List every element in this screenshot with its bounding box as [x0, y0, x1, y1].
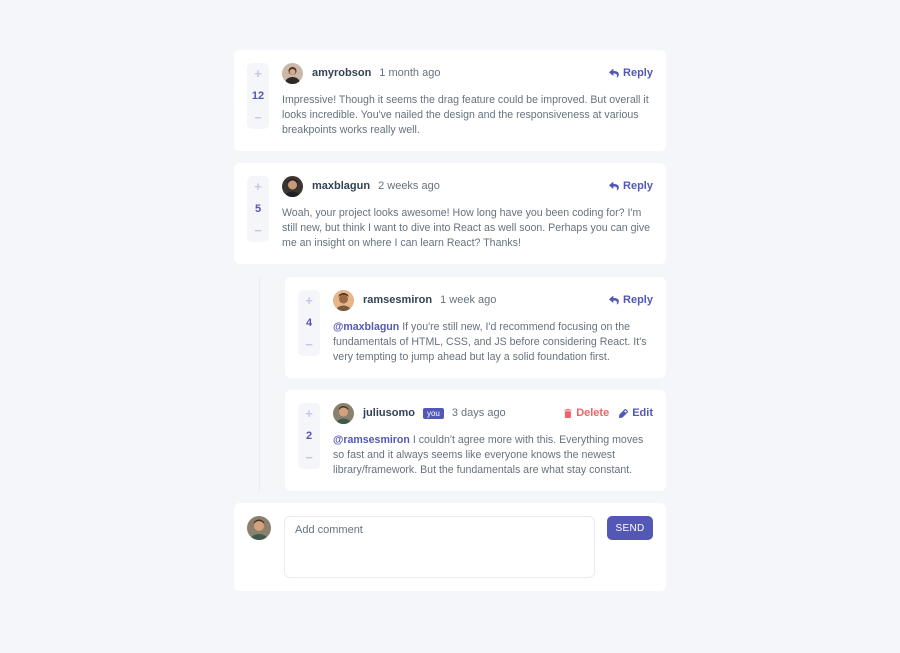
reply-icon	[609, 295, 619, 304]
mention[interactable]: @maxblagun	[333, 321, 399, 333]
pencil-icon	[619, 408, 629, 418]
score: 4	[305, 317, 313, 329]
username[interactable]: ramsesmiron	[363, 294, 432, 306]
timestamp: 2 weeks ago	[378, 180, 440, 192]
reply-text: @ramsesmiron I couldn't agree more with …	[333, 433, 653, 478]
you-badge: you	[422, 407, 444, 419]
timestamp: 1 month ago	[379, 67, 441, 79]
comment-text: Woah, your project looks awesome! How lo…	[282, 207, 651, 249]
reply-button[interactable]: Reply	[609, 67, 653, 79]
reply-label: Reply	[623, 294, 653, 306]
comment-composer: SEND	[234, 503, 666, 591]
reply-button[interactable]: Reply	[609, 294, 653, 306]
vote-widget: + 2 −	[298, 403, 320, 469]
avatar	[333, 403, 354, 424]
thread-line	[259, 277, 260, 492]
vote-widget: + 4 −	[298, 290, 320, 356]
score: 5	[254, 203, 262, 215]
comment-input[interactable]	[284, 516, 595, 578]
reply-card-own: + 2 − juliusomo you 3 days ago Delete Ed…	[285, 390, 666, 491]
avatar	[282, 176, 303, 197]
reply-text: @maxblagun If you're still new, I'd reco…	[333, 320, 653, 365]
downvote-button[interactable]: −	[254, 111, 262, 125]
mention[interactable]: @ramsesmiron	[333, 434, 410, 446]
score: 2	[305, 430, 313, 442]
downvote-button[interactable]: −	[305, 451, 313, 465]
upvote-button[interactable]: +	[305, 407, 313, 421]
username[interactable]: maxblagun	[312, 180, 370, 192]
current-user-avatar	[247, 516, 271, 540]
reply-label: Reply	[623, 67, 653, 79]
delete-button[interactable]: Delete	[564, 407, 609, 419]
upvote-button[interactable]: +	[254, 180, 262, 194]
edit-label: Edit	[632, 407, 653, 419]
timestamp: 3 days ago	[451, 407, 506, 419]
edit-button[interactable]: Edit	[619, 407, 653, 419]
comment-text: Impressive! Though it seems the drag fea…	[282, 94, 649, 136]
username[interactable]: amyrobson	[312, 67, 371, 79]
trash-icon	[564, 408, 572, 418]
downvote-button[interactable]: −	[305, 338, 313, 352]
username[interactable]: juliusomo	[363, 407, 415, 419]
send-button[interactable]: SEND	[607, 516, 653, 540]
timestamp: 1 week ago	[440, 294, 497, 306]
vote-widget: + 5 −	[247, 176, 269, 242]
avatar	[282, 63, 303, 84]
upvote-button[interactable]: +	[254, 67, 262, 81]
comment-card: + 5 − maxblagun 2 weeks ago Reply Woah, …	[234, 163, 666, 264]
reply-label: Reply	[623, 180, 653, 192]
reply-button[interactable]: Reply	[609, 180, 653, 192]
upvote-button[interactable]: +	[305, 294, 313, 308]
score: 12	[251, 90, 265, 102]
reply-card: + 4 − ramsesmiron 1 week ago Reply @maxb…	[285, 277, 666, 378]
reply-icon	[609, 181, 619, 190]
delete-label: Delete	[576, 407, 610, 419]
comment-card: + 12 − amyrobson 1 month ago Reply Impre…	[234, 50, 666, 151]
vote-widget: + 12 −	[247, 63, 269, 129]
downvote-button[interactable]: −	[254, 224, 262, 238]
reply-icon	[609, 68, 619, 77]
avatar	[333, 290, 354, 311]
